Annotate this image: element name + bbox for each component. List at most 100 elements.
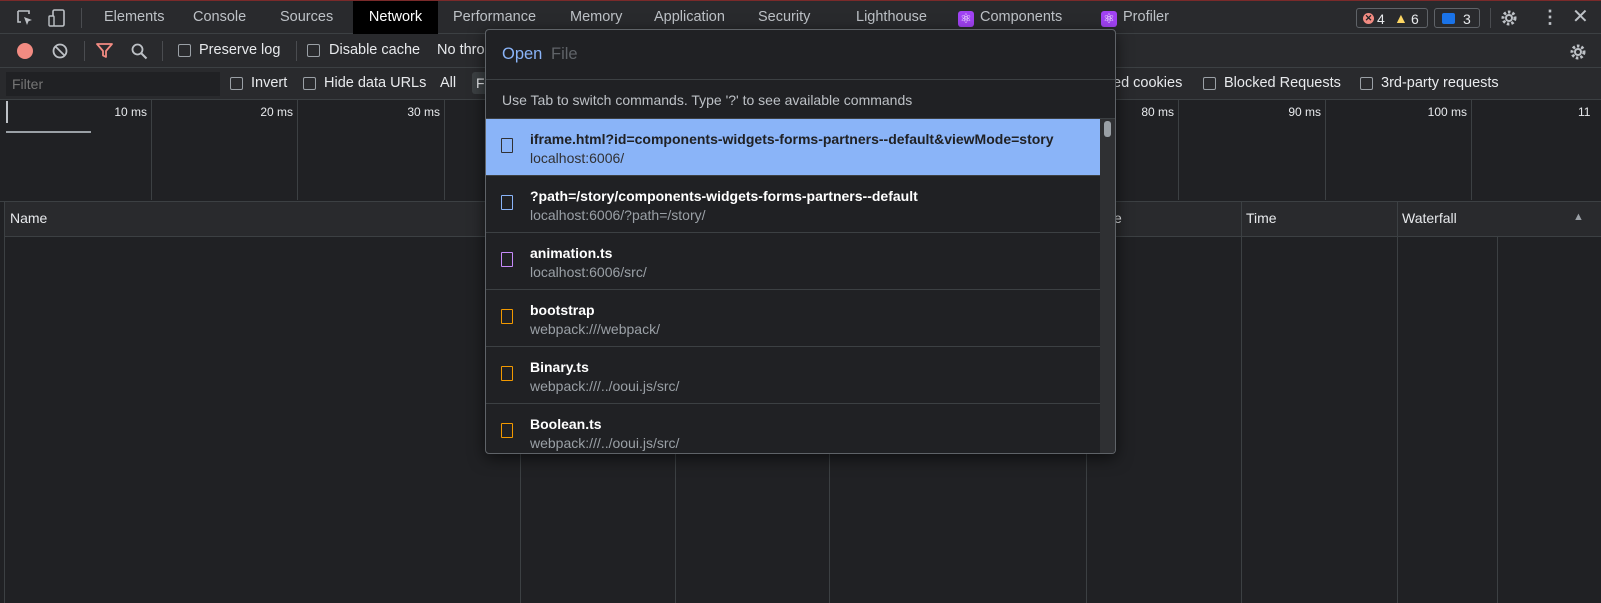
tab-sources[interactable]: Sources [267,1,346,34]
invert-label: Invert [251,75,288,91]
results-scrollbar[interactable] [1100,119,1115,453]
result-title: iframe.html?id=components-widgets-forms-… [530,131,1054,147]
result-subtitle: webpack:///../ooui.js/src/ [530,435,680,451]
throttling-select[interactable]: No thro [437,42,485,58]
settings-gear-icon[interactable] [1499,8,1519,28]
table-left-border [4,202,5,603]
result-title: Boolean.ts [530,416,602,432]
script-file-icon [501,366,513,381]
timeline-tick-label: 10 ms [114,105,147,119]
script-file-icon [501,309,513,324]
result-subtitle: webpack:///webpack/ [530,321,660,337]
blocked-cookies-label: ed cookies [1113,75,1183,91]
timeline-handle[interactable] [6,101,8,123]
command-result-item[interactable]: Boolean.ts webpack:///../ooui.js/src/ [486,404,1100,453]
inspect-element-icon[interactable] [16,9,35,28]
result-subtitle: localhost:6006/?path=/story/ [530,207,706,223]
timeline-tick-label: 90 ms [1288,105,1321,119]
react-icon: ⚛ [958,11,974,27]
record-button[interactable] [17,43,33,59]
blocked-requests-checkbox[interactable] [1203,77,1216,90]
disable-cache-checkbox[interactable] [307,44,320,57]
tab-console[interactable]: Console [180,1,259,34]
invert-checkbox[interactable] [230,77,243,90]
result-title: Binary.ts [530,359,589,375]
result-title: animation.ts [530,245,613,261]
command-result-item[interactable]: animation.ts localhost:6006/src/ [486,233,1100,290]
disable-cache-label: Disable cache [329,42,421,58]
command-hint: Use Tab to switch commands. Type '?' to … [502,92,913,108]
toolbar-divider [81,8,82,28]
column-divider [1241,202,1242,603]
command-input-placeholder[interactable]: File [551,45,578,64]
issues-counter[interactable]: ✕ 4 ▲ 6 [1356,8,1428,28]
clear-icon[interactable] [52,43,68,59]
document-icon [501,138,513,153]
preserve-log-checkbox[interactable] [178,44,191,57]
filter-input[interactable] [6,72,220,96]
close-icon[interactable]: ✕ [1572,6,1589,28]
script-file-icon [501,423,513,438]
timeline-tick-label: 80 ms [1141,105,1174,119]
filter-type-all[interactable]: All [440,75,456,91]
sort-ascending-icon[interactable]: ▲ [1573,211,1584,223]
preserve-log-label: Preserve log [199,42,281,58]
command-result-item[interactable]: iframe.html?id=components-widgets-forms-… [486,119,1100,176]
waterfall-gridline [1497,237,1498,603]
result-title: bootstrap [530,302,595,318]
command-result-item[interactable]: bootstrap webpack:///webpack/ [486,290,1100,347]
error-icon: ✕ [1363,13,1374,24]
error-count: 4 [1377,11,1385,27]
column-header-time[interactable]: Time [1246,210,1277,226]
warning-count: 6 [1411,11,1419,27]
third-party-label: 3rd-party requests [1381,75,1499,91]
command-result-item[interactable]: Binary.ts webpack:///../ooui.js/src/ [486,347,1100,404]
command-result-item[interactable]: ?path=/story/components-widgets-forms-pa… [486,176,1100,233]
timeline-gridline [444,100,445,200]
filter-icon[interactable] [96,43,113,59]
search-icon[interactable] [131,43,148,60]
messages-counter[interactable]: 3 [1434,8,1480,28]
timeline-gridline [1471,100,1472,200]
warning-icon: ▲ [1394,10,1408,26]
result-title: ?path=/story/components-widgets-forms-pa… [530,188,918,204]
hide-data-urls-checkbox[interactable] [303,77,316,90]
timeline-tick-label: 30 ms [407,105,440,119]
toolbar-divider [162,41,163,61]
hide-data-urls-label: Hide data URLs [324,75,427,91]
network-settings-gear-icon[interactable] [1568,42,1588,62]
column-header-name[interactable]: Name [10,210,47,226]
timeline-tick-label: 11 [1578,105,1591,119]
timeline-bar [6,131,91,133]
blocked-requests-label: Blocked Requests [1224,75,1341,91]
tab-components-label: Components [980,9,1063,25]
device-toolbar-icon[interactable] [47,8,67,28]
column-divider [1397,202,1398,603]
command-prefix: Open [502,45,543,63]
toolbar-divider [296,41,297,61]
timeline-gridline [151,100,152,200]
typescript-file-icon [501,252,513,267]
toolbar-divider [84,41,85,61]
command-menu-dialog: Open File Use Tab to switch commands. Ty… [485,29,1116,454]
toolbar-divider [1490,8,1491,28]
tab-network[interactable]: Network [353,1,438,34]
timeline-gridline [1178,100,1179,200]
tab-elements[interactable]: Elements [91,1,177,34]
column-header-waterfall[interactable]: Waterfall [1402,210,1457,226]
command-input-row[interactable]: Open File [486,30,1115,80]
message-count: 3 [1463,11,1471,27]
third-party-checkbox[interactable] [1360,77,1373,90]
tab-profiler-label: Profiler [1123,9,1169,25]
timeline-tick-label: 100 ms [1427,105,1467,119]
document-icon [501,195,513,210]
scrollbar-thumb[interactable] [1104,121,1111,137]
more-options-icon[interactable]: ⋮ [1541,6,1559,28]
message-icon [1442,13,1455,24]
timeline-gridline [297,100,298,200]
result-subtitle: localhost:6006/ [530,150,625,166]
timeline-gridline [1325,100,1326,200]
result-subtitle: webpack:///../ooui.js/src/ [530,378,680,394]
timeline-tick-label: 20 ms [260,105,293,119]
react-icon: ⚛ [1101,11,1117,27]
